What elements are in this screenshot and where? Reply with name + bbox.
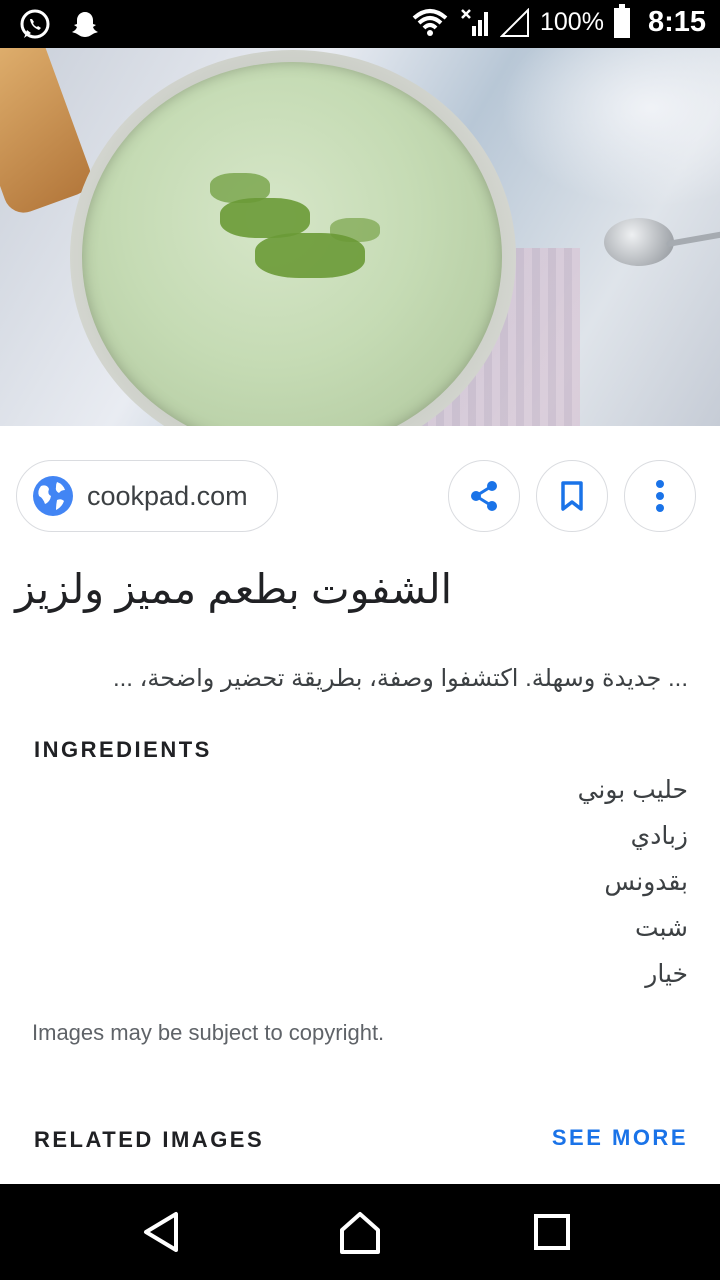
recents-icon[interactable]	[526, 1206, 578, 1258]
result-image[interactable]	[0, 48, 720, 426]
wifi-icon	[412, 8, 448, 36]
ingredients-heading: INGREDIENTS	[34, 737, 212, 762]
image-spoon-handle	[665, 230, 720, 248]
source-link[interactable]: cookpad.com	[16, 460, 278, 532]
navigation-bar	[0, 1184, 720, 1280]
signal-empty-icon	[500, 7, 529, 37]
globe-icon	[33, 476, 73, 516]
more-vert-icon	[656, 480, 664, 512]
related-images-heading: RELATED IMAGES	[34, 1127, 265, 1152]
result-snippet: ... جديدة وسهلة. اكتشفوا وصفة، بطريقة تح…	[112, 665, 688, 692]
home-icon[interactable]	[334, 1206, 386, 1258]
result-title[interactable]: الشفوت بطعم مميز ولزيز	[0, 565, 452, 613]
signal-icon	[461, 8, 488, 36]
battery-percent: 100%	[540, 8, 604, 36]
ingredient-item: بقدونس	[604, 868, 688, 896]
image-herb	[330, 218, 380, 242]
bookmark-icon	[561, 481, 583, 511]
status-bar: 100% 8:15	[0, 0, 720, 48]
copyright-note: Images may be subject to copyright.	[32, 1020, 385, 1045]
ingredient-item: زبادي	[630, 822, 688, 850]
image-herb	[220, 198, 310, 238]
ingredient-item: خيار	[645, 960, 688, 988]
ingredient-item: شبت	[634, 914, 688, 942]
image-spoon	[604, 218, 674, 266]
back-icon[interactable]	[134, 1206, 186, 1258]
see-more-link[interactable]: SEE MORE	[552, 1125, 688, 1151]
ingredients-list: حليب بوني زبادي بقدونس شبت خيار	[288, 772, 688, 1002]
snapchat-icon	[72, 12, 98, 37]
clock: 8:15	[647, 6, 706, 38]
bookmark-button[interactable]	[536, 460, 608, 532]
whatsapp-icon	[20, 9, 50, 39]
more-options-button[interactable]	[624, 460, 696, 532]
ingredient-item: حليب بوني	[577, 776, 688, 804]
share-button[interactable]	[448, 460, 520, 532]
image-sheen	[500, 48, 720, 208]
source-domain: cookpad.com	[87, 480, 248, 511]
share-icon	[471, 481, 497, 511]
image-herb	[210, 173, 270, 203]
battery-icon	[613, 3, 630, 38]
